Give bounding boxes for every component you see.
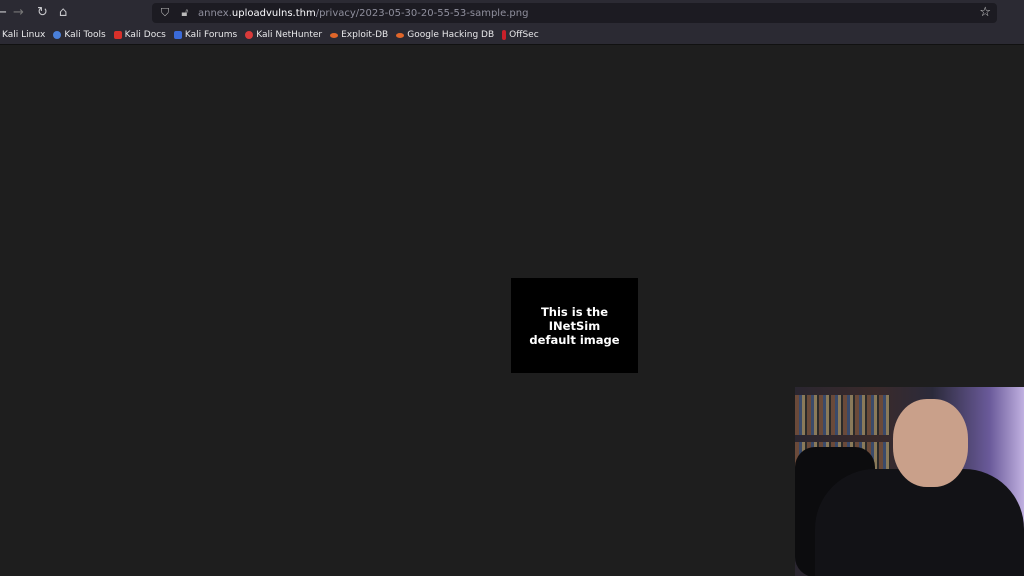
bookmark-label: Kali Docs bbox=[124, 30, 166, 40]
bookmark-kali-tools[interactable]: Kali Tools bbox=[53, 30, 106, 40]
bookmarks-bar: Kali Linux Kali Tools Kali Docs Kali For… bbox=[0, 26, 1024, 45]
person-head bbox=[893, 399, 968, 487]
bookmark-label: Kali Linux bbox=[2, 30, 46, 40]
kali-tools-icon bbox=[53, 31, 62, 39]
bookmark-label: Kali NetHunter bbox=[256, 30, 323, 40]
shield-icon: ⛉ bbox=[160, 6, 170, 19]
bookmark-exploit-db[interactable]: Exploit-DB bbox=[330, 30, 388, 40]
url-host: uploadvulns.thm bbox=[231, 7, 316, 19]
webcam-overlay bbox=[795, 387, 1024, 576]
address-bar[interactable]: ⛉ 🔓︎ annex. uploadvulns.thm/privacy/2023-… bbox=[152, 3, 997, 23]
bookmark-label: Exploit-DB bbox=[341, 30, 389, 40]
reload-icon[interactable]: ↻ bbox=[37, 5, 48, 21]
inetsim-default-image: This is the INetSim default image bbox=[511, 278, 638, 373]
bookmark-kali-forums[interactable]: Kali Forums bbox=[173, 30, 238, 40]
kali-forums-icon bbox=[173, 31, 182, 39]
bookmark-offsec[interactable]: OffSec bbox=[502, 30, 539, 40]
lock-icon[interactable]: 🔓︎ bbox=[178, 6, 192, 20]
url-path: /privacy/2023-05-30-20-55-53-sample.png bbox=[315, 7, 529, 19]
kali-nethunter-icon bbox=[245, 31, 254, 39]
bookmark-label: Kali Forums bbox=[184, 30, 238, 40]
ghdb-icon bbox=[396, 32, 405, 38]
kali-docs-icon bbox=[113, 31, 122, 39]
bookshelf bbox=[795, 395, 890, 435]
bookmark-label: Google Hacking DB bbox=[407, 30, 495, 40]
bookmark-google-hacking-db[interactable]: Google Hacking DB bbox=[396, 30, 494, 40]
bookmark-star-icon[interactable]: ☆ bbox=[979, 5, 991, 20]
bookmark-label: OffSec bbox=[509, 30, 539, 40]
bookmark-kali-linux[interactable]: Kali Linux bbox=[0, 30, 45, 40]
bookmark-kali-nethunter[interactable]: Kali NetHunter bbox=[245, 30, 322, 40]
home-icon[interactable]: ⌂ bbox=[59, 5, 67, 21]
bookmark-label: Kali Tools bbox=[64, 30, 106, 40]
back-icon[interactable]: ← bbox=[0, 5, 7, 21]
url-prefix: annex. bbox=[198, 7, 232, 19]
offsec-icon bbox=[502, 30, 507, 40]
exploit-db-icon bbox=[330, 32, 339, 38]
browser-toolbar: ← → ↻ ⌂ ⛉ 🔓︎ annex. uploadvulns.thm/priva… bbox=[0, 0, 1024, 26]
bookmark-kali-docs[interactable]: Kali Docs bbox=[113, 30, 166, 40]
forward-icon[interactable]: → bbox=[13, 5, 24, 21]
